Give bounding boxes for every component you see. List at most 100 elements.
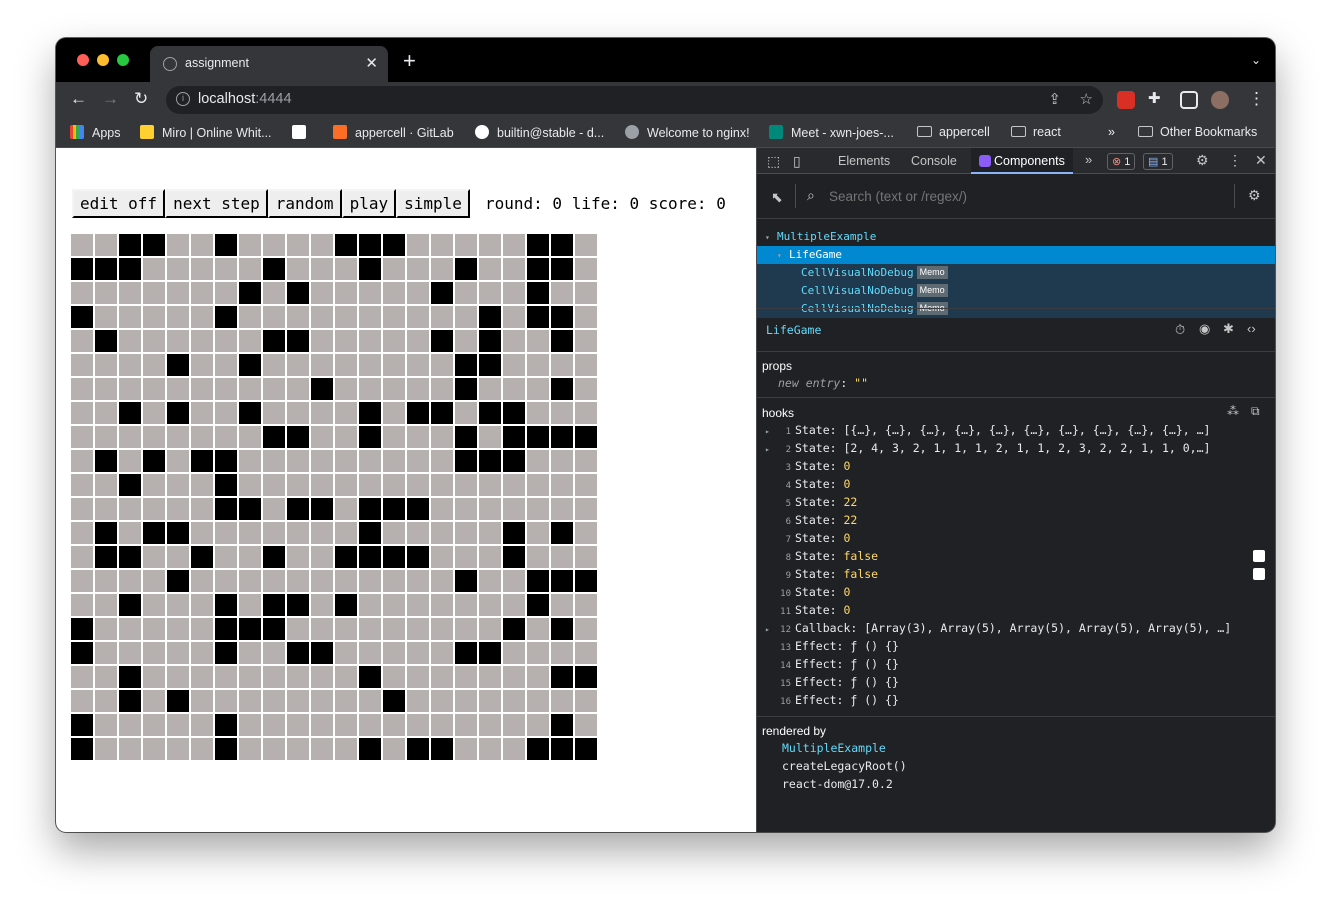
grid-cell-dead[interactable] <box>167 330 189 352</box>
grid-cell-dead[interactable] <box>119 738 141 760</box>
grid-cell-dead[interactable] <box>503 570 525 592</box>
grid-cell-dead[interactable] <box>167 306 189 328</box>
grid-cell-dead[interactable] <box>119 306 141 328</box>
grid-cell-alive[interactable] <box>551 234 573 256</box>
grid-cell-dead[interactable] <box>383 570 405 592</box>
grid-cell-dead[interactable] <box>551 546 573 568</box>
grid-cell-dead[interactable] <box>71 354 93 376</box>
grid-cell-alive[interactable] <box>191 450 213 472</box>
grid-cell-dead[interactable] <box>287 666 309 688</box>
grid-cell-dead[interactable] <box>431 522 453 544</box>
grid-cell-dead[interactable] <box>575 282 597 304</box>
grid-cell-alive[interactable] <box>359 402 381 424</box>
grid-cell-dead[interactable] <box>359 714 381 736</box>
grid-cell-alive[interactable] <box>95 546 117 568</box>
grid-cell-dead[interactable] <box>527 618 549 640</box>
grid-cell-alive[interactable] <box>551 330 573 352</box>
grid-cell-alive[interactable] <box>503 522 525 544</box>
grid-cell-dead[interactable] <box>167 498 189 520</box>
grid-cell-dead[interactable] <box>335 354 357 376</box>
grid-cell-dead[interactable] <box>527 474 549 496</box>
grid-cell-alive[interactable] <box>167 570 189 592</box>
grid-cell-dead[interactable] <box>287 306 309 328</box>
close-devtools-icon[interactable]: ✕ <box>1255 152 1267 169</box>
grid-cell-alive[interactable] <box>527 282 549 304</box>
grid-cell-alive[interactable] <box>215 474 237 496</box>
grid-cell-dead[interactable] <box>407 642 429 664</box>
search-settings-gear-icon[interactable]: ⚙ <box>1248 187 1261 204</box>
grid-cell-dead[interactable] <box>551 282 573 304</box>
grid-cell-dead[interactable] <box>503 690 525 712</box>
grid-cell-alive[interactable] <box>215 642 237 664</box>
grid-cell-dead[interactable] <box>167 666 189 688</box>
grid-cell-dead[interactable] <box>191 522 213 544</box>
grid-cell-dead[interactable] <box>431 234 453 256</box>
grid-cell-dead[interactable] <box>215 690 237 712</box>
grid-cell-alive[interactable] <box>287 330 309 352</box>
grid-cell-alive[interactable] <box>167 402 189 424</box>
grid-cell-dead[interactable] <box>503 738 525 760</box>
grid-cell-dead[interactable] <box>335 450 357 472</box>
grid-cell-alive[interactable] <box>215 306 237 328</box>
grid-cell-dead[interactable] <box>143 618 165 640</box>
grid-cell-dead[interactable] <box>383 594 405 616</box>
grid-cell-dead[interactable] <box>263 690 285 712</box>
grid-cell-alive[interactable] <box>527 258 549 280</box>
grid-cell-alive[interactable] <box>311 378 333 400</box>
grid-cell-alive[interactable] <box>527 306 549 328</box>
grid-cell-dead[interactable] <box>167 642 189 664</box>
grid-cell-dead[interactable] <box>95 690 117 712</box>
grid-cell-dead[interactable] <box>239 378 261 400</box>
grid-cell-dead[interactable] <box>311 738 333 760</box>
close-tab-icon[interactable]: ✕ <box>365 54 378 72</box>
grid-cell-dead[interactable] <box>311 282 333 304</box>
grid-cell-dead[interactable] <box>95 714 117 736</box>
grid-cell-dead[interactable] <box>311 330 333 352</box>
grid-cell-dead[interactable] <box>551 474 573 496</box>
grid-cell-dead[interactable] <box>431 570 453 592</box>
grid-cell-alive[interactable] <box>575 738 597 760</box>
grid-cell-dead[interactable] <box>311 234 333 256</box>
grid-cell-dead[interactable] <box>335 570 357 592</box>
grid-cell-alive[interactable] <box>239 402 261 424</box>
grid-cell-alive[interactable] <box>383 498 405 520</box>
grid-cell-dead[interactable] <box>503 306 525 328</box>
grid-cell-dead[interactable] <box>551 690 573 712</box>
grid-cell-dead[interactable] <box>479 498 501 520</box>
grid-cell-dead[interactable] <box>575 330 597 352</box>
grid-cell-dead[interactable] <box>311 306 333 328</box>
grid-cell-dead[interactable] <box>95 306 117 328</box>
grid-cell-dead[interactable] <box>455 690 477 712</box>
grid-cell-dead[interactable] <box>263 666 285 688</box>
grid-cell-dead[interactable] <box>287 546 309 568</box>
grid-cell-dead[interactable] <box>287 258 309 280</box>
grid-cell-dead[interactable] <box>263 474 285 496</box>
grid-cell-alive[interactable] <box>479 402 501 424</box>
grid-cell-dead[interactable] <box>503 330 525 352</box>
grid-cell-dead[interactable] <box>575 594 597 616</box>
side-panel-icon[interactable] <box>1180 91 1198 109</box>
grid-cell-alive[interactable] <box>551 738 573 760</box>
hook-row[interactable]: ▸ 12 Callback: [Array(3), Array(5), Array(… <box>757 619 1275 637</box>
grid-cell-dead[interactable] <box>455 738 477 760</box>
grid-cell-dead[interactable] <box>311 402 333 424</box>
grid-cell-dead[interactable] <box>479 618 501 640</box>
grid-cell-dead[interactable] <box>119 522 141 544</box>
grid-cell-dead[interactable] <box>263 234 285 256</box>
grid-cell-dead[interactable] <box>335 378 357 400</box>
grid-cell-dead[interactable] <box>239 690 261 712</box>
grid-cell-alive[interactable] <box>527 594 549 616</box>
grid-cell-dead[interactable] <box>95 378 117 400</box>
grid-cell-dead[interactable] <box>263 282 285 304</box>
grid-cell-dead[interactable] <box>263 450 285 472</box>
grid-cell-dead[interactable] <box>191 354 213 376</box>
grid-cell-dead[interactable] <box>191 714 213 736</box>
grid-cell-dead[interactable] <box>407 666 429 688</box>
devtools-kebab-icon[interactable]: ⋮ <box>1228 152 1242 169</box>
tab-components[interactable]: Components <box>971 148 1073 174</box>
grid-cell-dead[interactable] <box>383 330 405 352</box>
grid-cell-dead[interactable] <box>95 594 117 616</box>
grid-cell-dead[interactable] <box>455 330 477 352</box>
grid-cell-dead[interactable] <box>239 666 261 688</box>
grid-cell-alive[interactable] <box>71 714 93 736</box>
